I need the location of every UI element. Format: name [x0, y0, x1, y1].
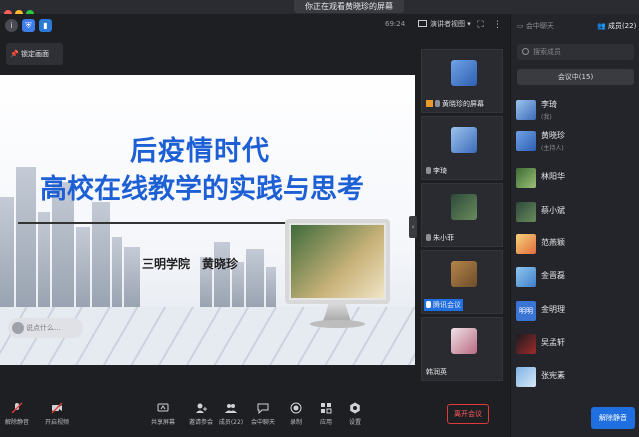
- members-panel: ▭ 会中聊天 👥 成员(22) 搜索成员 会议中(15) 李琦 (我) 黄晓珍 (主…: [510, 14, 639, 437]
- member-item[interactable]: 林阳华: [516, 166, 636, 194]
- slide-author: 三明学院 黄晓珍: [142, 257, 239, 271]
- microphone-muted-icon: [11, 402, 23, 414]
- video-strip: 黄晓珍的屏幕 李琦 朱小菲 腾讯会议 韩润英: [417, 45, 508, 381]
- avatar: [516, 334, 536, 354]
- video-tile[interactable]: 腾讯会议: [421, 250, 503, 314]
- pin-icon: 📌: [10, 50, 19, 58]
- slide-title-line2: 高校在线教学的实践与思考: [40, 174, 364, 205]
- share-screen-icon: [157, 403, 169, 412]
- record-icon: [290, 402, 302, 414]
- avatar: [516, 267, 536, 287]
- chevron-down-icon: ▾: [467, 20, 471, 28]
- microphone-icon: [426, 167, 431, 174]
- view-switch-dropdown[interactable]: 演讲者视图 ▾: [418, 19, 471, 29]
- video-tile-name: 腾讯会议: [424, 299, 463, 311]
- avatar: [451, 60, 477, 86]
- avatar: [516, 131, 536, 151]
- window-title: 你正在观看黄晓珍的屏幕: [294, 0, 404, 13]
- avatar: [516, 168, 536, 188]
- member-item[interactable]: 张宪素: [516, 365, 636, 393]
- apps-button[interactable]: 应用: [311, 402, 341, 426]
- signal-icon[interactable]: ▮: [39, 19, 52, 32]
- video-tile[interactable]: 李琦: [421, 116, 503, 180]
- members-icon: [225, 404, 237, 413]
- slide-divider: [18, 222, 318, 224]
- apps-icon: [321, 403, 332, 414]
- member-item[interactable]: 蔡小斌: [516, 200, 636, 228]
- avatar: [516, 367, 536, 387]
- invite-button[interactable]: 邀请参会: [186, 402, 216, 426]
- video-tile-name: 黄晓珍的屏幕: [424, 98, 486, 110]
- microphone-icon: [426, 234, 431, 241]
- grid-icon: [418, 20, 427, 27]
- avatar: [451, 194, 477, 220]
- tab-members[interactable]: 👥 成员(22): [597, 21, 636, 31]
- unmute-all-button[interactable]: 解除静音: [591, 407, 635, 429]
- chat-placeholder: 说点什么…: [26, 324, 61, 332]
- meeting-timer: 69:24: [385, 20, 406, 28]
- record-button[interactable]: 录制: [281, 402, 311, 426]
- shared-screen: 后疫情时代 高校在线教学的实践与思考 三明学院 黄晓珍 说点什么…: [0, 75, 415, 365]
- avatar: [516, 234, 536, 254]
- video-tile-name: 朱小菲: [424, 232, 456, 244]
- share-screen-button[interactable]: 共享屏幕: [148, 402, 178, 426]
- shield-icon[interactable]: ⛨: [22, 19, 35, 32]
- video-tile[interactable]: 黄晓珍的屏幕: [421, 49, 503, 113]
- member-item[interactable]: 范燕颖: [516, 232, 636, 260]
- floating-chat-input[interactable]: 说点什么…: [8, 318, 83, 338]
- members-button[interactable]: 成员(22): [216, 402, 246, 426]
- avatar: [516, 202, 536, 222]
- view-switch-label: 演讲者视图: [430, 20, 465, 28]
- member-item[interactable]: 明明 金明理: [516, 299, 636, 327]
- search-icon: [522, 48, 529, 55]
- avatar: [516, 100, 536, 120]
- chat-icon: ▭: [517, 22, 524, 30]
- gear-icon: [350, 402, 360, 414]
- in-meeting-filter[interactable]: 会议中(15): [517, 69, 634, 85]
- lock-view-button[interactable]: 📌 锁定画面: [6, 43, 63, 65]
- member-item[interactable]: 吴孟轩: [516, 332, 636, 360]
- member-search-input[interactable]: 搜索成员: [517, 44, 634, 60]
- leave-meeting-button[interactable]: 离开会议: [447, 404, 489, 424]
- members-icon: 👥: [597, 22, 606, 30]
- video-tile-name: 韩润英: [426, 368, 447, 376]
- microphone-icon: [435, 100, 440, 107]
- member-item[interactable]: 黄晓珍 (主持人): [516, 129, 636, 157]
- member-item[interactable]: 李琦 (我): [516, 98, 636, 126]
- info-icon[interactable]: i: [5, 19, 18, 32]
- collapse-strip-handle[interactable]: ‹: [409, 216, 417, 238]
- smile-icon: [12, 322, 24, 334]
- avatar: [451, 328, 477, 354]
- add-user-icon: [196, 403, 207, 413]
- lock-view-label: 锁定画面: [20, 50, 49, 58]
- slide-title-line1: 后疫情时代: [130, 136, 270, 167]
- more-options-icon[interactable]: ⋮: [491, 19, 504, 32]
- monitor-illustration: [285, 219, 390, 334]
- tab-chat[interactable]: ▭ 会中聊天: [517, 21, 554, 31]
- avatar: [451, 127, 477, 153]
- bottom-toolbar: 解除静音 开启视频 共享屏幕 邀请参会 成员(22) 会中聊天 录制 应用 设置…: [0, 392, 510, 437]
- window-title-bar: 你正在观看黄晓珍的屏幕: [0, 0, 639, 18]
- camera-off-icon: [51, 402, 63, 414]
- video-tile[interactable]: 韩润英: [421, 317, 503, 381]
- avatar: 明明: [516, 301, 536, 321]
- microphone-icon: [426, 301, 431, 308]
- member-item[interactable]: 金晋磊: [516, 265, 636, 293]
- video-tile-name: 李琦: [424, 165, 449, 177]
- chat-icon: [257, 403, 269, 414]
- chat-button[interactable]: 会中聊天: [248, 402, 278, 426]
- panel-tabs: ▭ 会中聊天 👥 成员(22): [511, 14, 639, 36]
- mute-button[interactable]: 解除静音: [2, 402, 32, 426]
- fullscreen-icon[interactable]: ⛶: [474, 19, 487, 32]
- top-toolbar: i ⛨ ▮ 69:24 演讲者视图 ▾ ⛶ ⋮: [0, 14, 510, 38]
- settings-button[interactable]: 设置: [340, 402, 370, 426]
- video-tile[interactable]: 朱小菲: [421, 183, 503, 247]
- video-button[interactable]: 开启视频: [42, 402, 72, 426]
- screen-share-icon: [426, 100, 433, 107]
- avatar: [451, 261, 477, 287]
